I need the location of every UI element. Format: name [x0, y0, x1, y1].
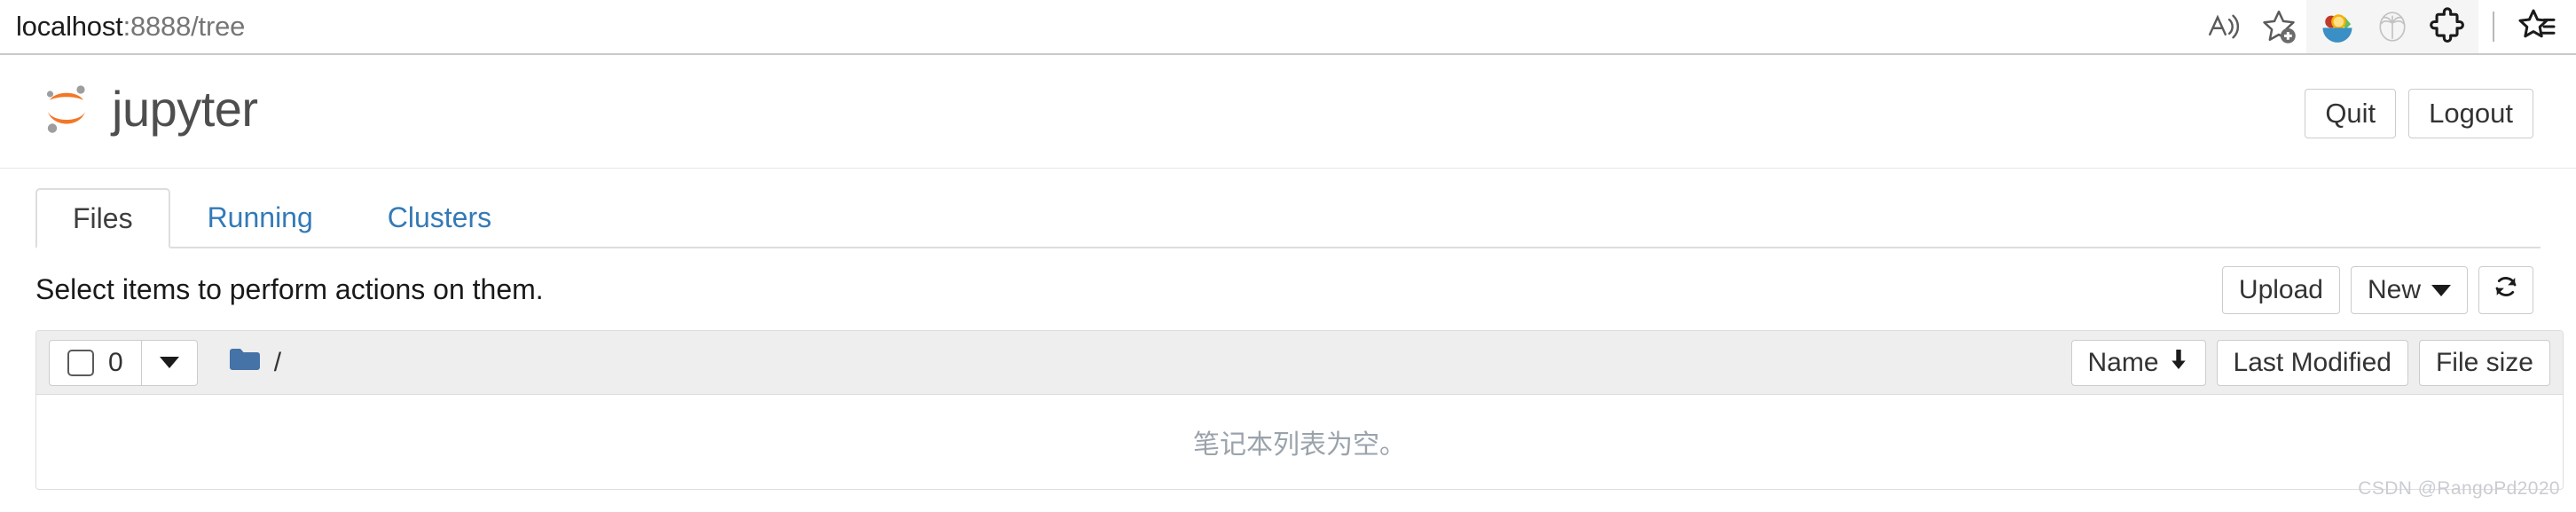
address-path: :8888/tree	[122, 11, 246, 42]
select-items-hint: Select items to perform actions on them.	[35, 273, 544, 305]
sort-by-name-button[interactable]: Name	[2070, 340, 2206, 386]
folder-icon	[228, 346, 262, 379]
tab-bar: Files Running Clusters	[35, 188, 2541, 248]
toolbar-divider	[2493, 12, 2494, 42]
selection-dropdown-button[interactable]	[141, 339, 198, 386]
upload-button[interactable]: Upload	[2221, 266, 2340, 314]
address-host: localhost	[16, 11, 123, 42]
watermark: CSDN @RangoPd2020	[2358, 478, 2560, 499]
read-aloud-icon[interactable]	[2196, 0, 2251, 53]
selected-count: 0	[108, 347, 123, 377]
jupyter-brand[interactable]: jupyter	[39, 80, 258, 138]
select-all-checkbox-button[interactable]: 0	[49, 339, 142, 386]
palm-tree-extension-icon[interactable]	[2365, 0, 2420, 53]
notebook-list-panel: 0 / Name Last Modified File size 笔记本列表为空…	[35, 330, 2564, 490]
upload-button-label: Upload	[2238, 275, 2323, 304]
new-button-label: New	[2367, 275, 2421, 304]
quit-button[interactable]: Quit	[2305, 89, 2397, 138]
jupyter-wordmark: jupyter	[112, 81, 258, 137]
address-bar[interactable]: localhost:8888/tree	[16, 0, 245, 53]
tab-running[interactable]: Running	[170, 186, 350, 247]
add-favorite-icon[interactable]	[2251, 0, 2306, 53]
extensions-puzzle-icon[interactable]	[2420, 0, 2475, 53]
favorites-star-list-icon[interactable]	[2509, 0, 2564, 53]
action-bar: Select items to perform actions on them.…	[35, 266, 2541, 319]
sort-name-label: Name	[2087, 348, 2159, 377]
sort-buttons: Name Last Modified File size	[2070, 340, 2550, 386]
notebook-list-toolbar: 0 / Name Last Modified File size	[36, 331, 2563, 395]
refresh-icon	[2492, 272, 2520, 308]
chevron-down-icon	[159, 357, 179, 368]
arrow-down-icon	[2168, 348, 2189, 378]
chevron-down-icon	[2431, 284, 2451, 296]
header-actions: Quit Logout	[2305, 89, 2533, 138]
browser-extensions-zone	[2306, 0, 2478, 53]
tab-clusters[interactable]: Clusters	[350, 186, 529, 247]
selection-button-group: 0	[49, 339, 198, 386]
sort-by-file-size-button[interactable]: File size	[2418, 340, 2550, 386]
logout-button[interactable]: Logout	[2408, 89, 2533, 138]
browser-toolbar-right	[2196, 0, 2576, 53]
browser-chrome: localhost:8888/tree	[0, 0, 2576, 55]
empty-list-message: 笔记本列表为空。	[1193, 430, 1406, 460]
breadcrumb-root[interactable]: /	[274, 348, 281, 378]
breadcrumb: /	[228, 346, 281, 379]
new-dropdown-button[interactable]: New	[2350, 266, 2468, 314]
jupyter-logo-icon	[39, 80, 98, 138]
jupyter-header: jupyter Quit Logout	[0, 55, 2576, 169]
action-buttons: Upload New	[2221, 266, 2533, 314]
tab-files[interactable]: Files	[35, 188, 170, 248]
main-content: Files Running Clusters Select items to p…	[0, 169, 2576, 512]
fruit-bowl-extension-icon[interactable]	[2310, 0, 2365, 53]
sort-by-last-modified-button[interactable]: Last Modified	[2216, 340, 2408, 386]
refresh-button[interactable]	[2478, 266, 2533, 314]
select-all-checkbox[interactable]	[67, 349, 94, 376]
